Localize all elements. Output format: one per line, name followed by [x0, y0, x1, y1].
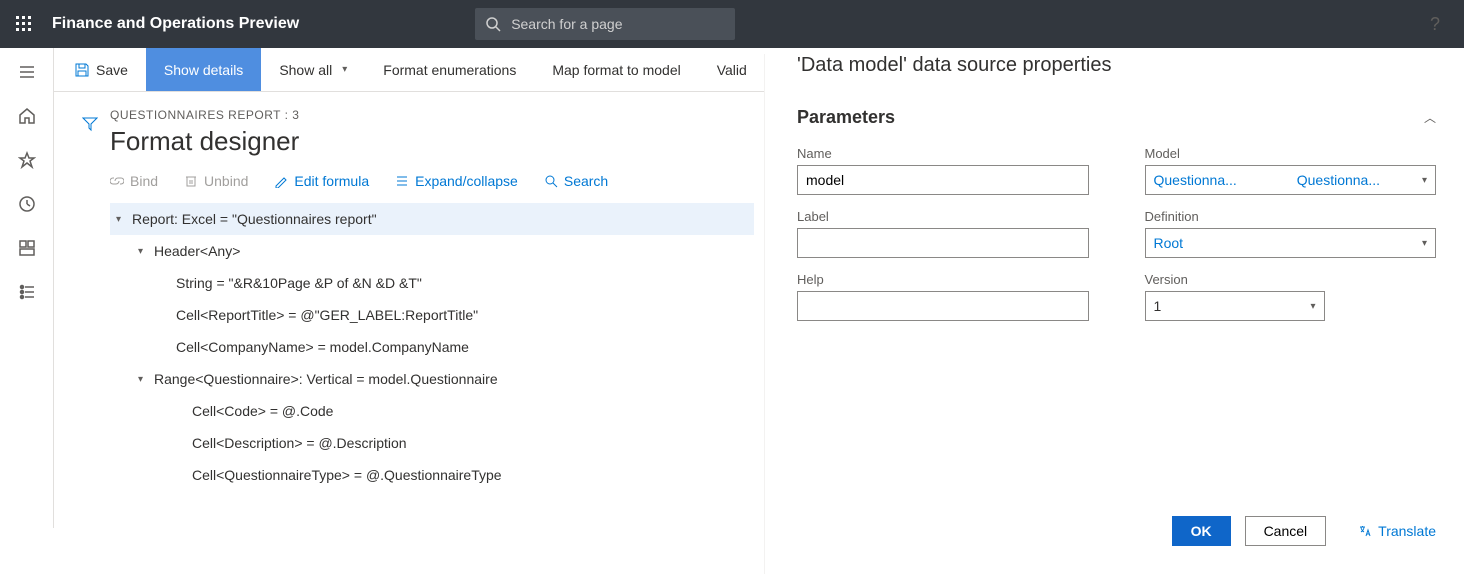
filter-icon[interactable]	[70, 116, 110, 135]
edit-formula-action[interactable]: Edit formula	[274, 173, 369, 189]
cancel-button[interactable]: Cancel	[1245, 516, 1327, 546]
tree-node-label: Cell<CompanyName> = model.CompanyName	[176, 339, 469, 355]
app-title: Finance and Operations Preview	[48, 15, 315, 33]
tree-expand-icon[interactable]: ▾	[116, 214, 132, 225]
nav-modules[interactable]	[17, 282, 37, 302]
search-placeholder: Search for a page	[511, 16, 622, 32]
properties-panel: 'Data model' data source properties Para…	[764, 54, 1464, 574]
tree-row[interactable]: ▸Cell<Code> = @.Code	[110, 395, 754, 427]
breadcrumb: QUESTIONNAIRES REPORT : 3	[110, 96, 754, 122]
unbind-action[interactable]: Unbind	[184, 173, 248, 189]
bind-action[interactable]: Bind	[110, 173, 158, 189]
validate-button[interactable]: Valid	[699, 48, 765, 91]
tree-expand-icon[interactable]: ▾	[138, 374, 154, 385]
format-enum-button[interactable]: Format enumerations	[365, 48, 534, 91]
translate-link[interactable]: Translate	[1358, 523, 1436, 539]
tree-row[interactable]: ▸Cell<QuestionnaireType> = @.Questionnai…	[110, 459, 754, 491]
tree-node-label: Cell<Code> = @.Code	[192, 403, 333, 419]
tree-row[interactable]: ▾Range<Questionnaire>: Vertical = model.…	[110, 363, 754, 395]
global-search[interactable]: Search for a page	[475, 8, 735, 40]
expand-collapse-action[interactable]: Expand/collapse	[395, 173, 518, 189]
model-label: Model	[1145, 146, 1437, 161]
tree-node-label: Header<Any>	[154, 243, 240, 259]
help-input[interactable]	[797, 291, 1089, 321]
nav-hamburger[interactable]	[17, 62, 37, 82]
label-input[interactable]	[797, 228, 1089, 258]
chevron-down-icon: ▾	[1422, 175, 1427, 186]
tree-node-label: Range<Questionnaire>: Vertical = model.Q…	[154, 371, 498, 387]
page-title: Format designer	[110, 126, 754, 157]
tree-node-label: Cell<Description> = @.Description	[192, 435, 407, 451]
nav-recent[interactable]	[17, 194, 37, 214]
nav-home[interactable]	[17, 106, 37, 126]
version-select[interactable]: 1 ▾	[1145, 291, 1325, 321]
chevron-down-icon: ▾	[1310, 301, 1315, 312]
save-button[interactable]: Save	[56, 48, 146, 91]
help-label: Help	[797, 272, 1089, 287]
tree-node-label: Cell<ReportTitle> = @"GER_LABEL:ReportTi…	[176, 307, 478, 323]
show-all-button[interactable]: Show all▾	[261, 48, 365, 91]
tree-row[interactable]: ▸Cell<Description> = @.Description	[110, 427, 754, 459]
panel-title: 'Data model' data source properties	[797, 54, 1436, 77]
tree-row[interactable]: ▸String = "&R&10Page &P of &N &D &T"	[110, 267, 754, 299]
chevron-down-icon: ▾	[342, 64, 347, 75]
tree-expand-icon[interactable]: ▾	[138, 246, 154, 257]
model-select[interactable]: Questionna... Questionna... ▾	[1145, 165, 1437, 195]
nav-workspaces[interactable]	[17, 238, 37, 258]
save-label: Save	[96, 62, 128, 78]
chevron-down-icon: ▾	[1422, 238, 1427, 249]
tree-node-label: Cell<QuestionnaireType> = @.Questionnair…	[192, 467, 502, 483]
name-label: Name	[797, 146, 1089, 161]
nav-favorites[interactable]	[17, 150, 37, 170]
tree-row[interactable]: ▸Cell<ReportTitle> = @"GER_LABEL:ReportT…	[110, 299, 754, 331]
collapse-section-icon[interactable]: ︿	[1424, 109, 1436, 126]
tree-node-label: Report: Excel = "Questionnaires report"	[132, 211, 377, 227]
label-label: Label	[797, 209, 1089, 224]
map-format-button[interactable]: Map format to model	[534, 48, 698, 91]
tree-row[interactable]: ▾Report: Excel = "Questionnaires report"	[110, 203, 754, 235]
search-action[interactable]: Search	[544, 173, 608, 189]
search-icon	[485, 16, 501, 32]
name-input[interactable]	[797, 165, 1089, 195]
format-tree: ▾Report: Excel = "Questionnaires report"…	[110, 203, 754, 491]
show-details-button[interactable]: Show details	[146, 48, 261, 91]
section-title: Parameters	[797, 107, 895, 128]
version-label: Version	[1145, 272, 1437, 287]
tree-node-label: String = "&R&10Page &P of &N &D &T"	[176, 275, 422, 291]
definition-select[interactable]: Root ▾	[1145, 228, 1437, 258]
tree-row[interactable]: ▾Header<Any>	[110, 235, 754, 267]
ok-button[interactable]: OK	[1172, 516, 1231, 546]
tree-row[interactable]: ▸Cell<CompanyName> = model.CompanyName	[110, 331, 754, 363]
help-icon[interactable]: ?	[1430, 14, 1440, 35]
definition-label: Definition	[1145, 209, 1437, 224]
app-launcher[interactable]	[0, 0, 48, 48]
